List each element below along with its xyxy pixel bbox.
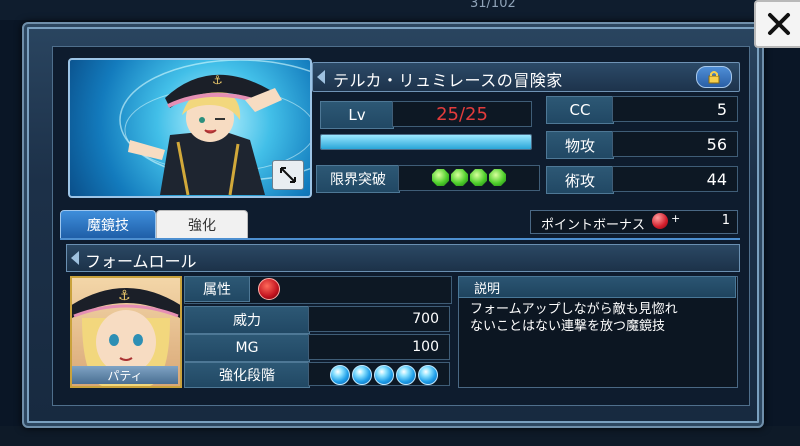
background-bottom-strip: [0, 426, 800, 446]
point-bonus-plus: +: [671, 212, 681, 225]
background-top-strip: 31/102: [0, 0, 800, 20]
exp-bar-fill: [321, 135, 531, 149]
expand-portrait-button[interactable]: [272, 160, 304, 190]
level-label: Lv: [320, 101, 394, 129]
skill-title-bar: フォームロール: [66, 244, 740, 272]
attribute-label: 属性: [184, 276, 250, 302]
fire-element-icon: [258, 278, 280, 300]
close-button[interactable]: [754, 0, 800, 48]
upgrade-orb-icon: [396, 365, 416, 385]
chevron-left-icon: [71, 251, 79, 265]
tab-enhance[interactable]: 強化: [156, 210, 248, 240]
limit-break-gems: [432, 169, 506, 186]
stat-label-magic-attack: 術攻: [546, 166, 614, 194]
upgrade-orb-icon: [330, 365, 350, 385]
skill-label-power: 威力: [184, 306, 310, 334]
stat-value-physical-attack: 56: [612, 131, 738, 157]
upgrade-stage-label: 強化段階: [184, 362, 310, 388]
upgrade-orb-icon: [418, 365, 438, 385]
point-bonus-label: ポイントボーナス: [541, 218, 646, 233]
expand-icon: [280, 167, 296, 183]
upgrade-orb-icon: [374, 365, 394, 385]
lock-button[interactable]: [696, 66, 732, 88]
lock-icon: [708, 71, 720, 84]
svg-text:⚓: ⚓: [118, 288, 131, 304]
stat-value-magic-attack: 44: [612, 166, 738, 192]
top-counter: 31/102: [470, 0, 516, 11]
level-value: 25/25: [392, 101, 532, 127]
skill-value-mg: 100: [308, 334, 450, 360]
limit-break-label: 限界突破: [316, 165, 400, 193]
upgrade-orb-icon: [352, 365, 372, 385]
description-label: 説明: [474, 282, 501, 297]
limit-break-gem-icon: [470, 169, 487, 186]
chevron-left-icon: [317, 70, 325, 84]
exp-bar: [320, 134, 532, 150]
skill-value-power: 700: [308, 306, 450, 332]
stat-value-cc: 5: [612, 96, 738, 122]
character-title: テルカ・リュミレースの冒険家: [333, 71, 563, 90]
limit-break-gem-icon: [451, 169, 468, 186]
stat-label-cc: CC: [546, 96, 614, 124]
limit-break-gem-icon: [432, 169, 449, 186]
tab-mirror-arte[interactable]: 魔鏡技: [60, 210, 156, 240]
stat-label-physical-attack: 物攻: [546, 131, 614, 159]
character-title-bar: テルカ・リュミレースの冒険家: [312, 62, 740, 92]
skill-name: フォームロール: [85, 252, 197, 271]
bonus-orb-icon: [652, 213, 668, 229]
limit-break-gem-icon: [489, 169, 506, 186]
svg-text:⚓: ⚓: [212, 73, 223, 87]
skill-label-mg: MG: [184, 334, 310, 362]
description-text: フォームアップしながら敵も見惚れ ないことはない連撃を放つ魔鏡技: [470, 302, 678, 334]
close-icon: [768, 13, 790, 35]
point-bonus-value: 1: [721, 213, 730, 228]
upgrade-stage-gems: [330, 365, 438, 385]
portrait-name: パティ: [72, 366, 178, 384]
